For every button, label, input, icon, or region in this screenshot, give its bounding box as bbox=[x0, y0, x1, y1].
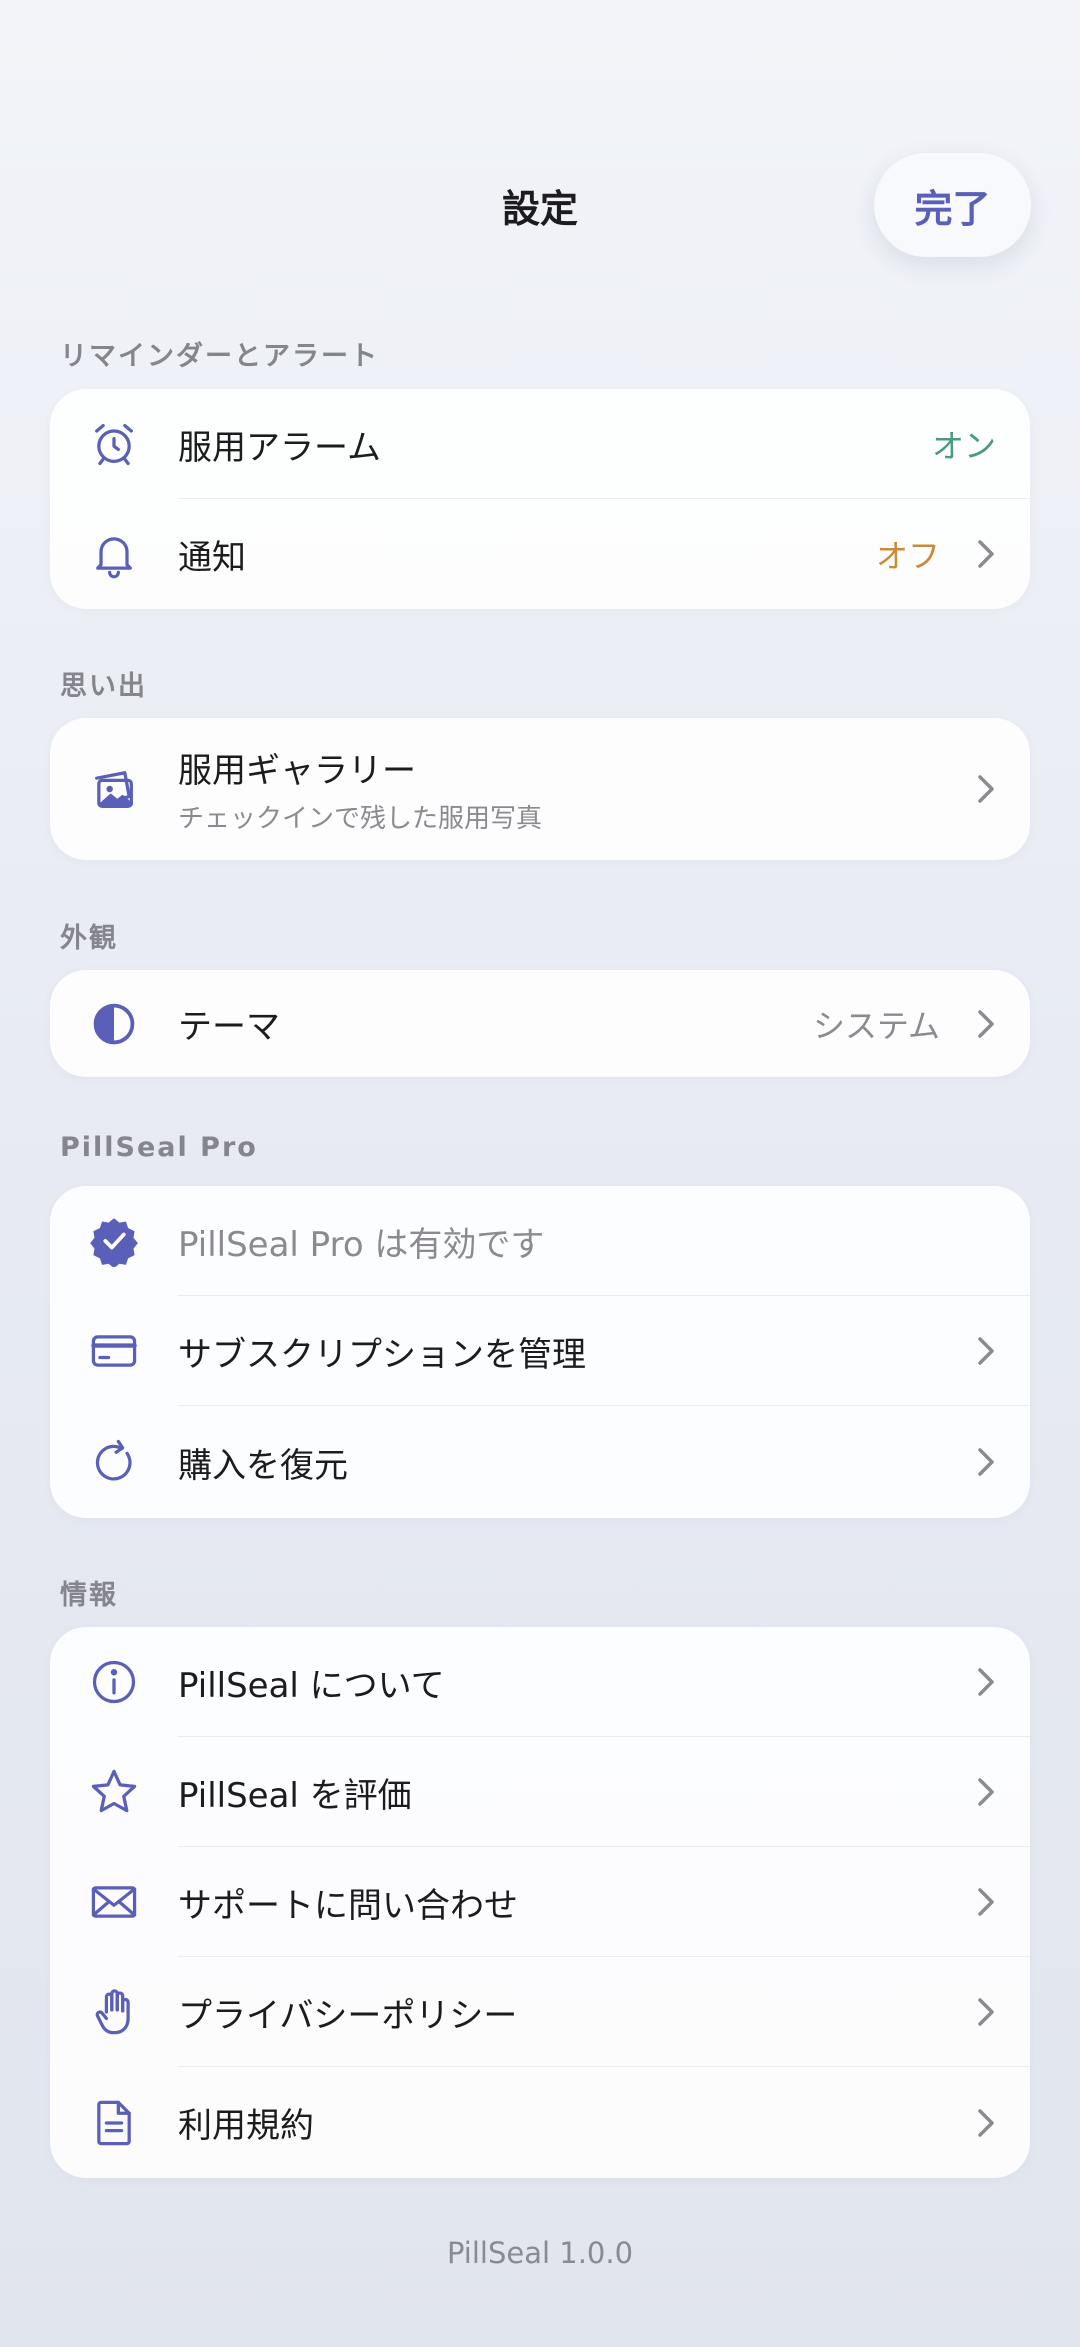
photo-gallery-icon bbox=[84, 759, 144, 819]
theme-value: システム bbox=[812, 1006, 940, 1045]
credit-card-icon bbox=[84, 1321, 144, 1381]
chevron-right-icon bbox=[972, 1337, 1000, 1365]
chevron-right-icon bbox=[972, 1448, 1000, 1476]
navigation-header: 設定 完了 bbox=[0, 150, 1080, 260]
row-label: プライバシーポリシー bbox=[178, 1995, 518, 2036]
restore-icon bbox=[84, 1432, 144, 1492]
row-rate-app[interactable]: PillSeal を評価 bbox=[50, 1737, 1030, 1847]
alarm-clock-icon bbox=[84, 414, 144, 474]
row-contact-support[interactable]: サポートに問い合わせ bbox=[50, 1847, 1030, 1957]
half-circle-theme-icon bbox=[84, 994, 144, 1054]
row-about[interactable]: PillSeal について bbox=[50, 1627, 1030, 1737]
row-privacy-policy[interactable]: プライバシーポリシー bbox=[50, 1957, 1030, 2067]
row-label: 利用規約 bbox=[178, 2106, 314, 2146]
hand-icon bbox=[84, 1982, 144, 2042]
section-label-info: 情報 bbox=[60, 1580, 118, 1611]
row-restore-purchases[interactable]: 購入を復元 bbox=[50, 1406, 1030, 1518]
row-label: 服用ギャラリー bbox=[178, 751, 416, 791]
row-manage-subscription[interactable]: サブスクリプションを管理 bbox=[50, 1296, 1030, 1406]
chevron-right-icon bbox=[972, 2108, 1000, 2137]
row-label: サポートに問い合わせ bbox=[178, 1885, 518, 1926]
alarm-status-value: オン bbox=[931, 427, 996, 465]
row-medication-alarm[interactable]: 服用アラーム オン bbox=[50, 389, 1030, 499]
row-pro-active: PillSeal Pro は有効です bbox=[50, 1186, 1030, 1296]
chevron-right-icon bbox=[972, 1009, 1000, 1038]
memories-card: 服用ギャラリー チェックインで残した服用写真 bbox=[50, 718, 1030, 860]
info-icon bbox=[84, 1652, 144, 1712]
row-label: PillSeal Pro は有効です bbox=[178, 1224, 545, 1265]
section-label-reminders: リマインダーとアラート bbox=[60, 341, 379, 372]
done-button[interactable]: 完了 bbox=[874, 153, 1031, 257]
appearance-card: テーマ システム bbox=[50, 970, 1030, 1077]
section-label-pro: PillSeal Pro bbox=[60, 1132, 258, 1163]
notification-status-value: オフ bbox=[875, 537, 940, 575]
row-label: テーマ bbox=[178, 1007, 280, 1047]
chevron-right-icon bbox=[972, 1668, 1000, 1696]
chevron-right-icon bbox=[972, 540, 1000, 568]
row-label: サブスクリプションを管理 bbox=[178, 1334, 586, 1375]
star-icon bbox=[84, 1762, 144, 1822]
info-card: PillSeal について PillSeal を評価 サポートに問い合わせ プラ… bbox=[50, 1627, 1030, 2178]
row-label: 購入を復元 bbox=[178, 1445, 348, 1486]
row-terms-of-use[interactable]: 利用規約 bbox=[50, 2067, 1030, 2178]
chevron-right-icon bbox=[972, 775, 1000, 803]
bell-icon bbox=[84, 524, 144, 584]
row-notifications[interactable]: 通知 オフ bbox=[50, 499, 1030, 609]
reminders-card: 服用アラーム オン 通知 オフ bbox=[50, 389, 1030, 609]
app-version-label: PillSeal 1.0.0 bbox=[446, 2236, 634, 2270]
verified-badge-icon bbox=[84, 1211, 144, 1271]
chevron-right-icon bbox=[972, 1778, 1000, 1806]
row-label: PillSeal について bbox=[178, 1665, 445, 1706]
row-label: 通知 bbox=[178, 537, 246, 578]
row-subtitle: チェックインで残した服用写真 bbox=[178, 804, 543, 834]
row-theme[interactable]: テーマ システム bbox=[50, 970, 1030, 1077]
chevron-right-icon bbox=[972, 1888, 1000, 1916]
document-icon bbox=[84, 2093, 144, 2153]
row-label: 服用アラーム bbox=[178, 427, 381, 468]
row-medication-gallery[interactable]: 服用ギャラリー チェックインで残した服用写真 bbox=[50, 718, 1030, 860]
envelope-icon bbox=[84, 1872, 144, 1932]
section-label-memories: 思い出 bbox=[60, 671, 147, 702]
pro-card: PillSeal Pro は有効です サブスクリプションを管理 購入を復元 bbox=[50, 1186, 1030, 1518]
row-label: PillSeal を評価 bbox=[178, 1775, 412, 1816]
chevron-right-icon bbox=[972, 1998, 1000, 2026]
section-label-appearance: 外観 bbox=[60, 923, 118, 954]
